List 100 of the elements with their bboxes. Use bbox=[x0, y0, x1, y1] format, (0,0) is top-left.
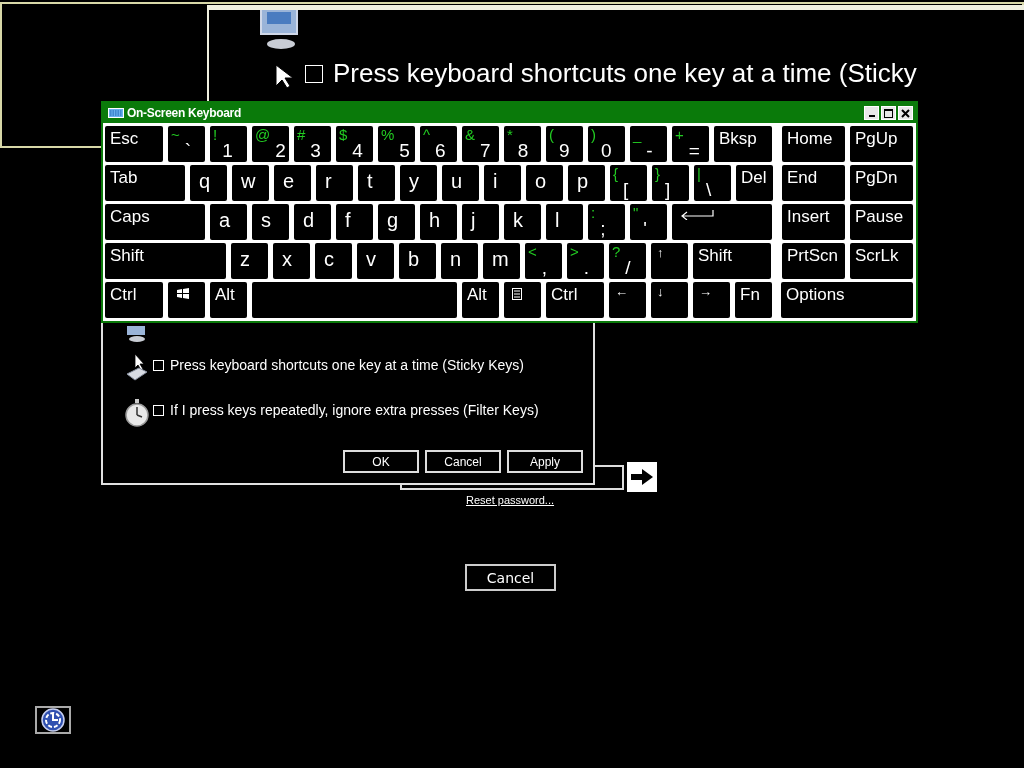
ease-of-access-icon bbox=[41, 708, 65, 732]
keyboard-key[interactable]: i bbox=[484, 165, 521, 201]
keyboard-key[interactable]: j bbox=[462, 204, 499, 240]
keyboard-key[interactable]: ) 0 bbox=[588, 126, 625, 162]
reset-password-link[interactable]: Reset password... bbox=[466, 494, 555, 506]
keyboard-key[interactable]: " ' bbox=[630, 204, 667, 240]
keyboard-key[interactable]: d bbox=[294, 204, 331, 240]
dialog-button[interactable]: OK bbox=[343, 450, 419, 473]
keyboard-key[interactable]: ← bbox=[609, 282, 646, 318]
ease-of-access-button[interactable] bbox=[35, 706, 71, 734]
keyboard-key[interactable]: v bbox=[357, 243, 394, 279]
checkbox[interactable] bbox=[305, 64, 323, 83]
cancel-button[interactable]: Cancel bbox=[465, 564, 556, 591]
enter-arrow-icon bbox=[680, 210, 714, 220]
windows-logo-icon bbox=[176, 288, 190, 300]
keyboard-key[interactable]: $ 4 bbox=[336, 126, 373, 162]
keyboard-key[interactable]: r bbox=[316, 165, 353, 201]
keyboard-key[interactable]: ! 1 bbox=[210, 126, 247, 162]
keyboard-key[interactable]: % 5 bbox=[378, 126, 415, 162]
option-label: If I press keys repeatedly, ignore extra presses (Filter Keys) bbox=[170, 402, 539, 418]
keyboard-key[interactable]: Pause bbox=[850, 204, 913, 240]
keyboard-key[interactable]: Options bbox=[781, 282, 913, 318]
keyboard-key[interactable]: t bbox=[358, 165, 395, 201]
keyboard-key[interactable]: End bbox=[782, 165, 845, 201]
keyboard-key[interactable]: | \ bbox=[694, 165, 731, 201]
keyboard-key[interactable]: Bksp bbox=[714, 126, 772, 162]
stopwatch-icon bbox=[125, 399, 149, 427]
keyboard-key[interactable]: PrtScn bbox=[782, 243, 845, 279]
keyboard-key[interactable]: PgDn bbox=[850, 165, 913, 201]
keyboard-key[interactable]: → bbox=[693, 282, 730, 318]
checkbox[interactable] bbox=[153, 404, 164, 416]
maximize-button[interactable] bbox=[881, 106, 896, 120]
submit-button[interactable] bbox=[627, 462, 657, 492]
keyboard-key[interactable]: ↑ bbox=[651, 243, 688, 279]
dialog-button[interactable]: Apply bbox=[507, 450, 583, 473]
keyboard-key[interactable]: * 8 bbox=[504, 126, 541, 162]
keyboard-key[interactable]: ↓ bbox=[651, 282, 688, 318]
keyboard-key[interactable]: q bbox=[190, 165, 227, 201]
keyboard-key[interactable]: o bbox=[526, 165, 563, 201]
keyboard-key[interactable]: n bbox=[441, 243, 478, 279]
keyboard-key[interactable]: ( 9 bbox=[546, 126, 583, 162]
keyboard-key[interactable]: k bbox=[504, 204, 541, 240]
keyboard-key[interactable]: Home bbox=[782, 126, 845, 162]
keyboard-key[interactable]: PgUp bbox=[850, 126, 913, 162]
keyboard-key[interactable]: f bbox=[336, 204, 373, 240]
keyboard-key[interactable]: x bbox=[273, 243, 310, 279]
keyboard-key[interactable]: ? / bbox=[609, 243, 646, 279]
keyboard-key[interactable]: Alt bbox=[462, 282, 499, 318]
keyboard-key[interactable]: # 3 bbox=[294, 126, 331, 162]
keyboard-key[interactable]: z bbox=[231, 243, 268, 279]
minimize-button[interactable] bbox=[864, 106, 879, 120]
keyboard-key[interactable]: w bbox=[232, 165, 269, 201]
keyboard-key[interactable]: u bbox=[442, 165, 479, 201]
keyboard-key[interactable]: < , bbox=[525, 243, 562, 279]
cursor-icon bbox=[275, 63, 295, 88]
keyboard-key[interactable]: ~ ` bbox=[168, 126, 205, 162]
keyboard-key[interactable]: { [ bbox=[610, 165, 647, 201]
keyboard-key[interactable]: Ctrl bbox=[546, 282, 604, 318]
keyboard-key[interactable]: : ; bbox=[588, 204, 625, 240]
keyboard-key[interactable]: ScrLk bbox=[850, 243, 913, 279]
keyboard-key[interactable]: } ] bbox=[652, 165, 689, 201]
keyboard-key[interactable]: m bbox=[483, 243, 520, 279]
keyboard-key[interactable]: Caps bbox=[105, 204, 205, 240]
keyboard-key[interactable]: Insert bbox=[782, 204, 845, 240]
maximize-icon bbox=[884, 108, 893, 118]
keyboard-key[interactable]: Alt bbox=[210, 282, 247, 318]
keyboard-key[interactable]: s bbox=[252, 204, 289, 240]
keyboard-key[interactable]: p bbox=[568, 165, 605, 201]
keyboard-key[interactable] bbox=[168, 282, 205, 318]
keyboard-key[interactable]: Del bbox=[736, 165, 773, 201]
keyboard-key[interactable]: ^ 6 bbox=[420, 126, 457, 162]
keyboard-key[interactable]: y bbox=[400, 165, 437, 201]
keyboard-key[interactable]: & 7 bbox=[462, 126, 499, 162]
keyboard-key[interactable]: > . bbox=[567, 243, 604, 279]
option-label: Press keyboard shortcuts one key at a time (Sticky Keys) bbox=[170, 357, 525, 373]
keyboard-key[interactable]: e bbox=[274, 165, 311, 201]
keyboard-key[interactable]: Shift bbox=[105, 243, 226, 279]
arrow-icon bbox=[631, 469, 653, 485]
keyboard-key[interactable]: l bbox=[546, 204, 583, 240]
keyboard-key[interactable]: @ 2 bbox=[252, 126, 289, 162]
close-button[interactable] bbox=[898, 106, 913, 120]
window-title: On-Screen Keyboard bbox=[127, 106, 241, 120]
dialog-button[interactable]: Cancel bbox=[425, 450, 501, 473]
menu-key-icon bbox=[512, 288, 522, 300]
keyboard-key[interactable] bbox=[504, 282, 541, 318]
keyboard-key[interactable]: g bbox=[378, 204, 415, 240]
keyboard-key[interactable]: c bbox=[315, 243, 352, 279]
keyboard-key[interactable]: _ - bbox=[630, 126, 667, 162]
keyboard-key[interactable]: h bbox=[420, 204, 457, 240]
keyboard-icon bbox=[108, 108, 124, 118]
keyboard-key[interactable]: Shift bbox=[693, 243, 771, 279]
keyboard-key[interactable]: Esc bbox=[105, 126, 163, 162]
keyboard-key[interactable]: a bbox=[210, 204, 247, 240]
monitor-icon bbox=[125, 326, 147, 342]
keyboard-key[interactable]: Fn bbox=[735, 282, 772, 318]
keyboard-key[interactable]: Ctrl bbox=[105, 282, 163, 318]
keyboard-key[interactable]: + = bbox=[672, 126, 709, 162]
keyboard-key[interactable]: Tab bbox=[105, 165, 185, 201]
keyboard-key[interactable]: b bbox=[399, 243, 436, 279]
checkbox[interactable] bbox=[153, 359, 164, 371]
